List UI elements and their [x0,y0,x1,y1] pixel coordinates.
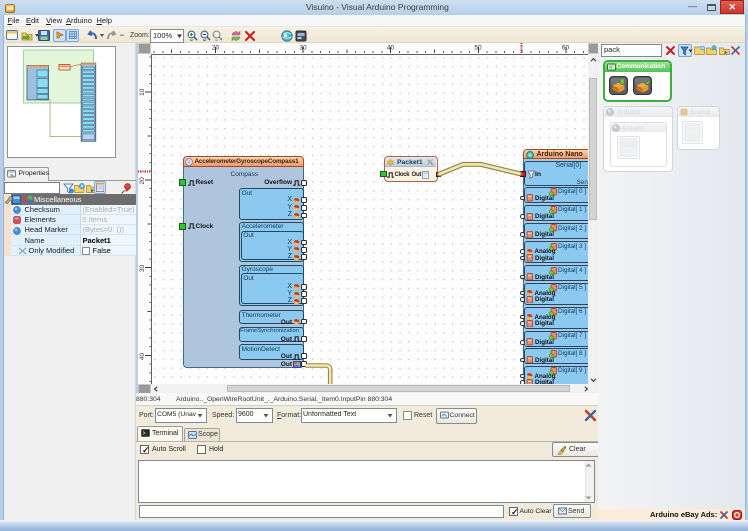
svg-text:60: 60 [561,45,569,52]
svg-text:40: 40 [386,45,394,52]
svg-text:50: 50 [474,45,482,52]
svg-text:20: 20 [211,45,219,52]
svg-text:20: 20 [139,176,146,184]
svg-text:30: 30 [139,264,146,272]
svg-text:40: 40 [139,352,146,360]
svg-text:10: 10 [139,88,146,96]
svg-text:30: 30 [299,45,307,52]
